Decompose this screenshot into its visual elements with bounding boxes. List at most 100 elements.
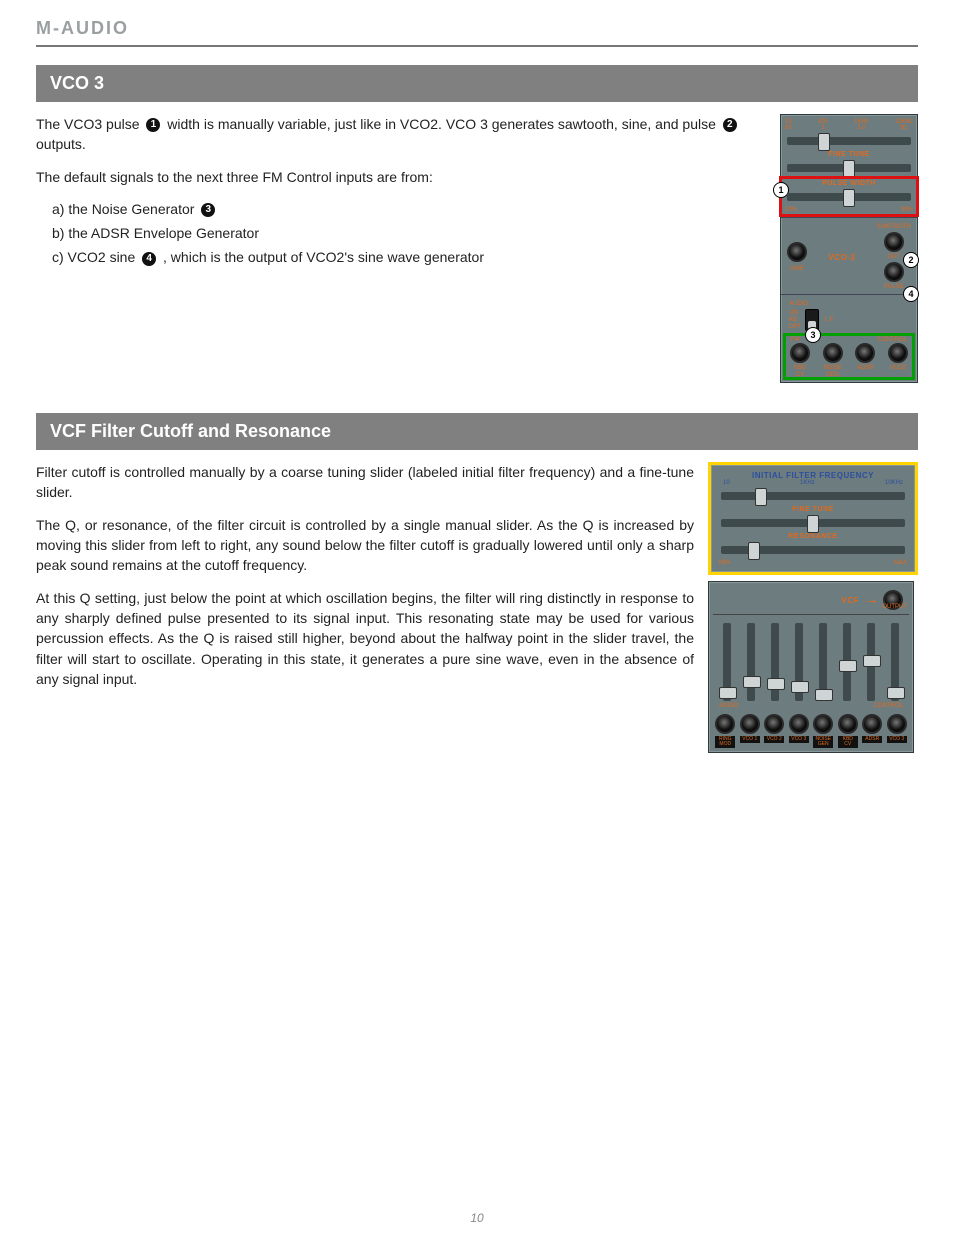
jack-icon[interactable] [740, 714, 760, 734]
vcf-p2: The Q, or resonance, of the filter circu… [36, 515, 694, 576]
on-label: ON [789, 310, 801, 316]
mixer-slider-4[interactable] [795, 623, 803, 701]
resonance-slider[interactable] [721, 546, 905, 554]
vcf-panels: INITIAL FILTER FREQUENCY 10 1KHz 10KHz F… [708, 462, 918, 753]
page: M-AUDIO VCO 3 The VCO3 pulse 1 width is … [0, 0, 954, 1235]
mixer-jack-6: KBD CV [837, 714, 859, 748]
fine-tune-slider[interactable] [787, 164, 911, 172]
fine-label: FINE TUNE [715, 506, 911, 513]
jack-icon[interactable] [790, 343, 810, 363]
vco3-top: 10 03 100 3 1KHz 3.0 10KHz 30. FINE TUNE… [781, 115, 917, 217]
vco3-panel: 10 03 100 3 1KHz 3.0 10KHz 30. FINE TUNE… [780, 114, 918, 383]
off-label: OFF [789, 324, 801, 330]
coarse-freq-slider[interactable] [787, 137, 911, 145]
tick: 10KHz [885, 480, 903, 486]
vco3-p1: The VCO3 pulse 1 width is manually varia… [36, 114, 766, 155]
vco3-bottom: AUDIO ON KB OFF L F 3 FM [781, 295, 917, 382]
jack-label: KBD CV [838, 736, 858, 748]
callout-3-icon: 3 [201, 203, 215, 217]
vco3-row: The VCO3 pulse 1 width is manually varia… [36, 114, 918, 383]
lbl: NOISE GEN [823, 365, 842, 378]
jack-label: VCO 2 [764, 736, 784, 743]
jack-icon[interactable] [855, 343, 875, 363]
jack-icon[interactable] [789, 714, 809, 734]
pw-range: 10% 90% [781, 207, 917, 213]
vslider-5 [812, 623, 834, 701]
min: MIN [719, 560, 730, 566]
mixer-jack-7: ADSR [861, 714, 883, 748]
kb-label: KB [789, 317, 801, 323]
fine-slider[interactable] [721, 519, 905, 527]
tick: 10 03 [785, 119, 792, 131]
pulse-width-slider[interactable] [787, 193, 911, 201]
mixer-slider-7[interactable] [867, 623, 875, 701]
callout-2-icon: 2 [723, 118, 737, 132]
callout-4-icon: 4 [142, 252, 156, 266]
jack-label: NOISE GEN [813, 736, 833, 748]
txt: , which is the output of VCO2's sine wav… [163, 249, 484, 265]
vslider-3 [764, 623, 786, 701]
pulse-width-group: 1 PULSE WIDTH 10% 90% [781, 178, 917, 215]
vslider-row [713, 619, 909, 703]
vco3-copy: The VCO3 pulse 1 width is manually varia… [36, 114, 766, 278]
vslider-2 [740, 623, 762, 701]
jack-icon[interactable] [715, 714, 735, 734]
vslider-7 [860, 623, 882, 701]
adsr-jack: ADSR [854, 343, 876, 378]
jack-label: ADSR [862, 736, 882, 743]
lf-label: L F [825, 317, 833, 323]
txt: c) VCO2 sine [52, 249, 139, 265]
vco3-outs: SAWTOOTH OUT 2 PULSE 4 [877, 224, 911, 290]
iff-slider[interactable] [721, 492, 905, 500]
pulse-jack-icon[interactable] [884, 262, 904, 282]
jack-icon[interactable] [787, 242, 807, 262]
sawtooth-label: SAWTOOTH [877, 224, 911, 230]
pulse-label: PULSE [884, 284, 904, 290]
iff-label: INITIAL FILTER FREQUENCY [715, 471, 911, 480]
jack-icon[interactable] [764, 714, 784, 734]
sawtooth-jack-icon[interactable] [884, 232, 904, 252]
mixer-slider-5[interactable] [819, 623, 827, 701]
txt: a) the Noise Generator [52, 201, 198, 217]
jack-icon[interactable] [888, 343, 908, 363]
segment-labels: AUDIO CONTROL [713, 703, 909, 711]
lbl: ADSR [857, 365, 874, 372]
callout-1-icon: 1 [146, 118, 160, 132]
vslider-4 [788, 623, 810, 701]
vslider-8 [884, 623, 906, 701]
mixer-jack-4: VCO 3 [788, 714, 810, 748]
sine-label: SINE [790, 266, 804, 273]
jack-icon[interactable] [887, 714, 907, 734]
mixer-jack-1: RING MOD [714, 714, 736, 748]
jack-icon[interactable] [823, 343, 843, 363]
tick: 10KHz 30. [895, 119, 913, 131]
section-title-vco3: VCO 3 [36, 65, 918, 102]
res-range: MIN MAX [715, 560, 911, 566]
list-item: b) the ADSR Envelope Generator [52, 223, 766, 243]
mixer-slider-3[interactable] [771, 623, 779, 701]
fine-tune-label: FINE TUNE [781, 151, 917, 158]
section-title-vcf: VCF Filter Cutoff and Resonance [36, 413, 918, 450]
vcf-p3: At this Q setting, just below the point … [36, 588, 694, 689]
jack-label: VCO 1 [740, 736, 760, 743]
txt: outputs. [36, 136, 86, 152]
badge-4: 4 [903, 286, 919, 302]
jack-icon[interactable] [838, 714, 858, 734]
mixer-slider-2[interactable] [747, 623, 755, 701]
vcf-label: VCF [842, 596, 860, 605]
lbl: VCO2 [890, 365, 906, 372]
jack-label: VCO 3 [789, 736, 809, 743]
jack-label: VCO 3 [887, 736, 907, 743]
mixer-slider-8[interactable] [891, 623, 899, 701]
badge-3: 3 [805, 327, 821, 343]
txt: width is manually variable, just like in… [167, 116, 720, 132]
tick: 1KHz [800, 480, 815, 486]
vslider-1 [716, 623, 738, 701]
mixer-slider-6[interactable] [843, 623, 851, 701]
noise-gen-jack: NOISE GEN [822, 343, 844, 378]
audio-seg: AUDIO [719, 703, 738, 709]
mixer-slider-1[interactable] [723, 623, 731, 701]
jack-icon[interactable] [813, 714, 833, 734]
page-number: 10 [0, 1211, 954, 1225]
jack-icon[interactable] [862, 714, 882, 734]
